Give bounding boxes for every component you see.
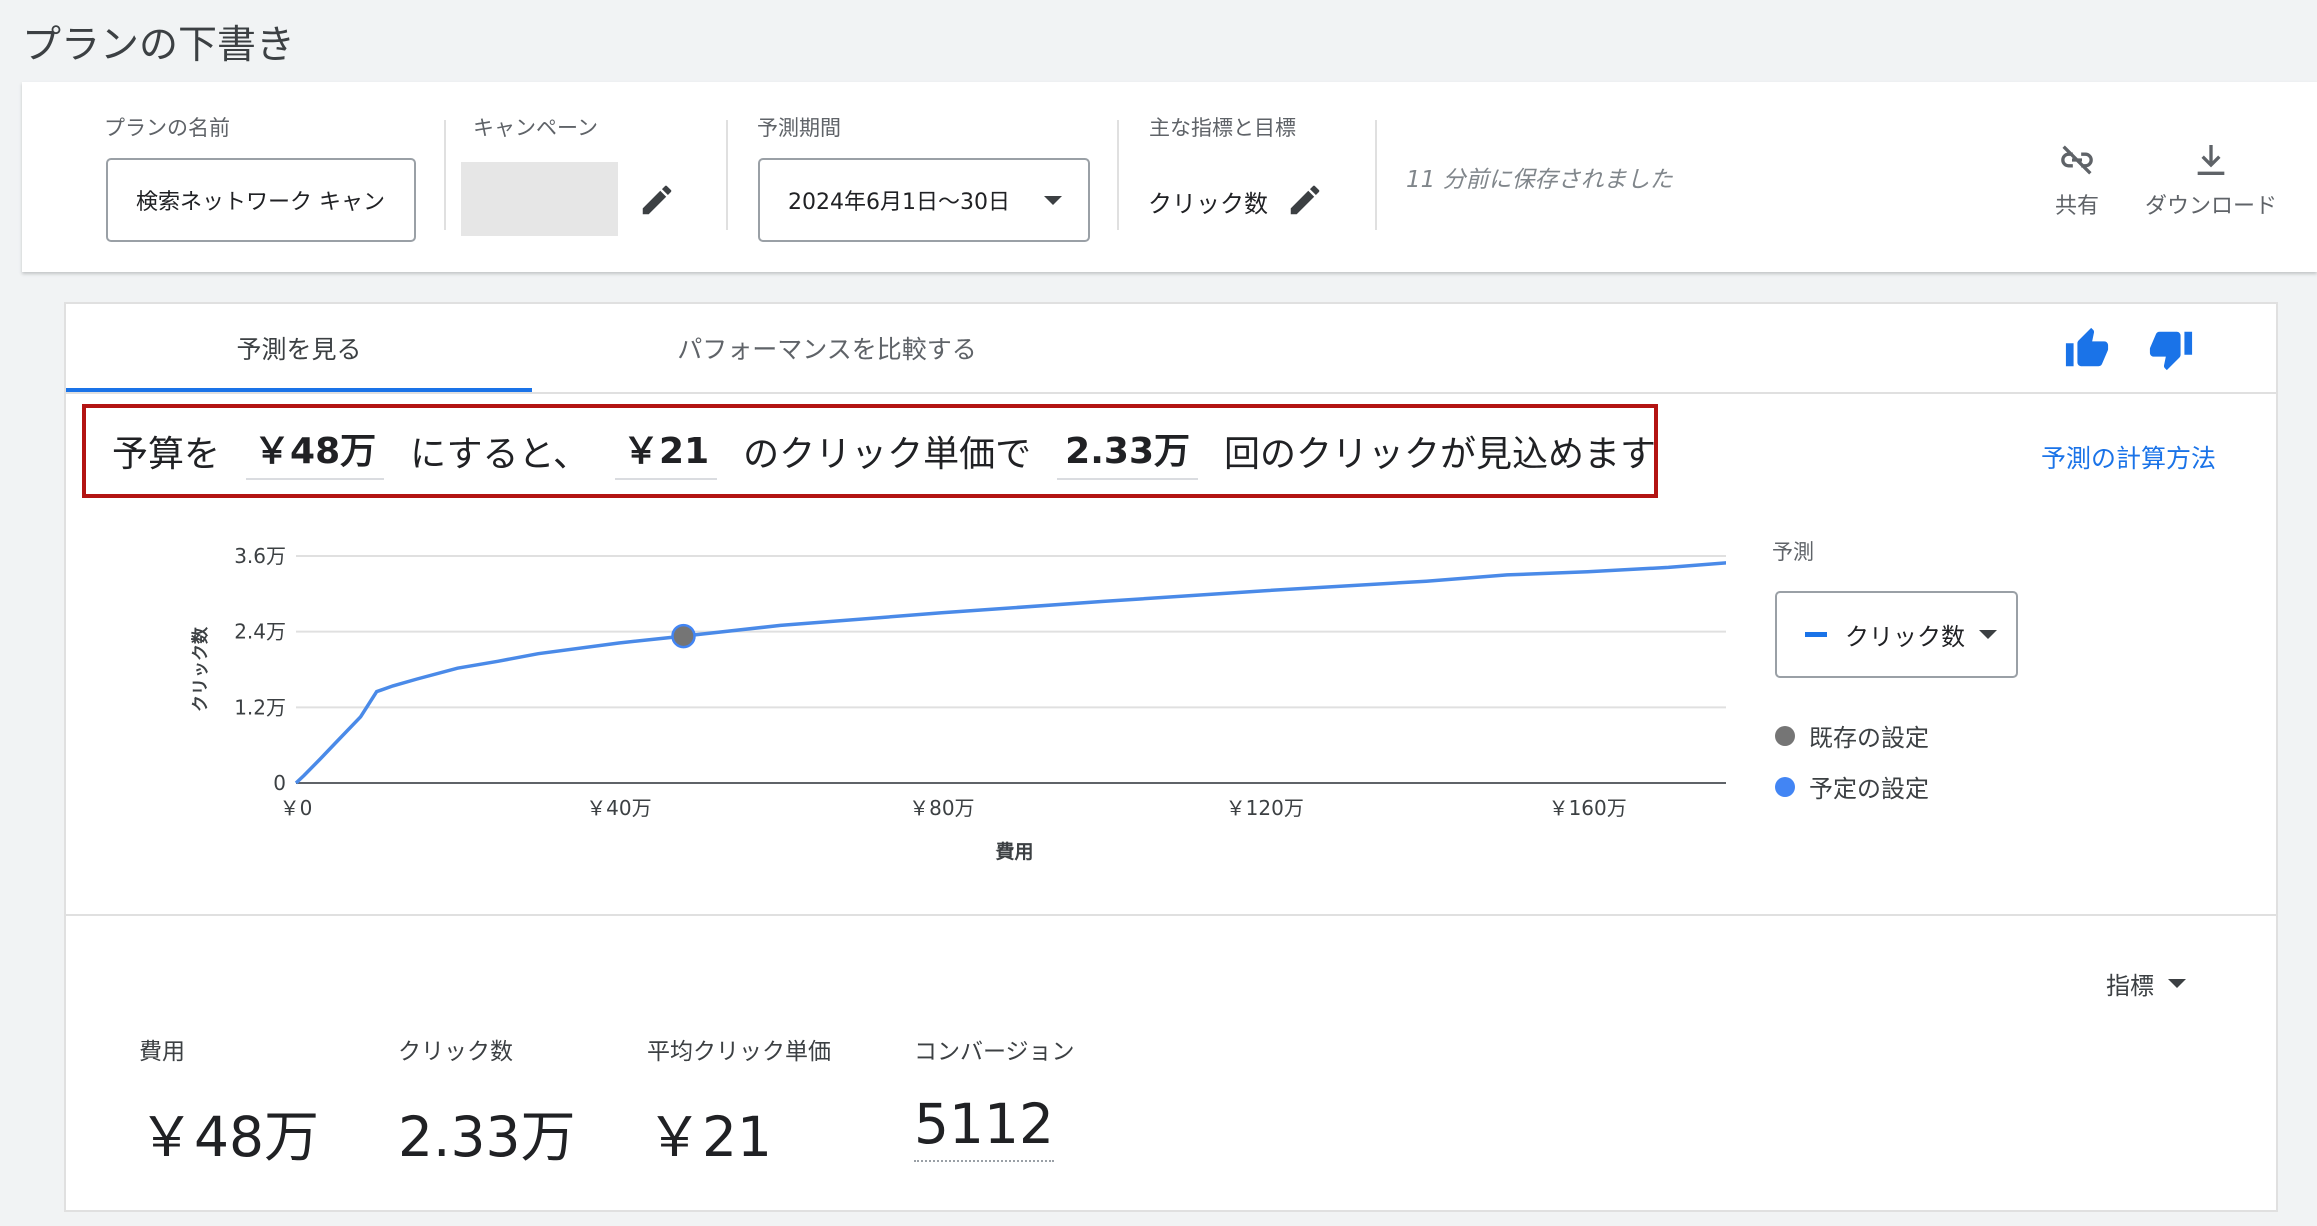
summary-cpc[interactable]: ￥21 [615, 422, 718, 480]
tab-divider [66, 392, 2276, 394]
chart-metric-select[interactable]: クリック数 [1775, 591, 2018, 678]
divider [1375, 120, 1377, 230]
legend-existing-label: 既存の設定 [1809, 724, 1929, 752]
tab-compare-performance[interactable]: パフォーマンスを比較する [532, 304, 1122, 392]
share-button[interactable]: 共有 [2032, 140, 2122, 220]
stat-label: クリック数 [398, 1039, 513, 1065]
stat-value[interactable]: 5112 [914, 1092, 1054, 1162]
x-tick-label: ￥80万 [909, 796, 974, 820]
summary-text: 予算を [112, 434, 221, 475]
forecast-card: 予測を見る パフォーマンスを比較する 予算を ￥48万 にすると、 ￥21 のク… [64, 302, 2278, 1212]
y-tick-label: 0 [273, 771, 286, 795]
legend-planned-label: 予定の設定 [1809, 775, 1929, 803]
summary-text: 回のクリックが見込めます [1224, 434, 1657, 475]
campaign-placeholder [461, 162, 618, 236]
y-tick-label: 2.4万 [234, 620, 286, 644]
plan-header: プランの名前 検索ネットワーク キャン キャンペーン 予測期間 2024年6月1… [22, 82, 2317, 272]
legend-existing: 既存の設定 [1775, 718, 1929, 753]
current-setting-marker [671, 623, 696, 649]
campaign-label: キャンペーン [473, 116, 598, 140]
period-label: 予測期間 [757, 116, 841, 140]
period-value: 2024年6月1日〜30日 [788, 190, 1010, 215]
download-label: ダウンロード [2144, 194, 2277, 219]
chevron-down-icon [2168, 979, 2186, 988]
download-button[interactable]: ダウンロード [2126, 140, 2296, 220]
chevron-down-icon [1044, 196, 1062, 205]
stat-label: 平均クリック単価 [647, 1039, 831, 1065]
share-label: 共有 [2054, 194, 2099, 219]
blue-dot-icon [1775, 776, 1795, 797]
divider [726, 120, 728, 230]
period-select[interactable]: 2024年6月1日〜30日 [758, 158, 1090, 242]
summary-clicks[interactable]: 2.33万 [1057, 422, 1198, 480]
x-tick-label: ￥120万 [1226, 796, 1304, 820]
y-axis-label: クリック数 [190, 626, 211, 712]
plan-name-input[interactable]: 検索ネットワーク キャン [106, 158, 416, 242]
x-axis-label: 費用 [995, 840, 1033, 863]
x-tick-label: ￥0 [280, 796, 313, 820]
forecast-chart[interactable]: 0 1.2万 2.4万 3.6万 ￥0 ￥40万 ￥80万 ￥120万 ￥160万費用 クリック数 [166, 526, 1726, 896]
legend-title: 予測 [1772, 540, 1814, 564]
plan-name-label: プランの名前 [104, 116, 230, 140]
metrics-menu-button[interactable]: 指標 [2106, 966, 2186, 1001]
stat-avg-cpc: 平均クリック単価 ￥21 [647, 1032, 831, 1172]
y-tick-label: 3.6万 [234, 544, 286, 568]
stat-clicks: クリック数 2.33万 [398, 1032, 575, 1172]
summary-text: のクリック単価で [743, 434, 1032, 475]
divider [1117, 120, 1119, 230]
page-title: プランの下書き [22, 23, 296, 68]
stat-value: ￥48万 [139, 1105, 319, 1169]
download-icon [2197, 145, 2225, 175]
stat-label: 費用 [139, 1039, 185, 1065]
saved-status: 11 分前に保存されました [1406, 167, 1673, 193]
thumbs-up-icon[interactable] [2064, 326, 2110, 372]
clicks-series-line [294, 561, 1726, 785]
grey-dot-icon [1775, 725, 1795, 746]
chevron-down-icon [1979, 630, 1997, 639]
metrics-menu-label: 指標 [2106, 972, 2154, 1000]
series-line-icon [1805, 632, 1827, 637]
legend-planned: 予定の設定 [1775, 769, 1929, 804]
stat-value: 2.33万 [398, 1105, 576, 1169]
stat-label: コンバージョン [914, 1039, 1075, 1065]
forecast-calculation-link[interactable]: 予測の計算方法 [2041, 439, 2216, 475]
x-tick-label: ￥160万 [1549, 796, 1627, 820]
edit-metrics-icon[interactable] [1286, 181, 1324, 219]
stat-cost: 費用 ￥48万 [139, 1032, 319, 1172]
edit-campaign-icon[interactable] [638, 181, 676, 219]
metrics-value: クリック数 [1148, 190, 1268, 218]
metrics-label: 主な指標と目標 [1149, 116, 1296, 140]
tab-forecast[interactable]: 予測を見る [66, 304, 532, 392]
stat-conversions: コンバージョン 5112 [914, 1032, 1075, 1162]
stat-value: ￥21 [647, 1105, 772, 1169]
chart-metric-value: クリック数 [1845, 623, 1965, 651]
thumbs-down-icon[interactable] [2148, 326, 2194, 372]
summary-text: にすると、 [410, 434, 590, 475]
summary-budget[interactable]: ￥48万 [246, 422, 385, 480]
y-tick-label: 1.2万 [234, 695, 286, 719]
divider [444, 120, 446, 230]
x-tick-label: ￥40万 [586, 796, 651, 820]
section-divider [66, 914, 2276, 916]
link-off-icon [2061, 145, 2093, 175]
forecast-summary: 予算を ￥48万 にすると、 ￥21 のクリック単価で 2.33万 回のクリック… [82, 404, 1658, 498]
